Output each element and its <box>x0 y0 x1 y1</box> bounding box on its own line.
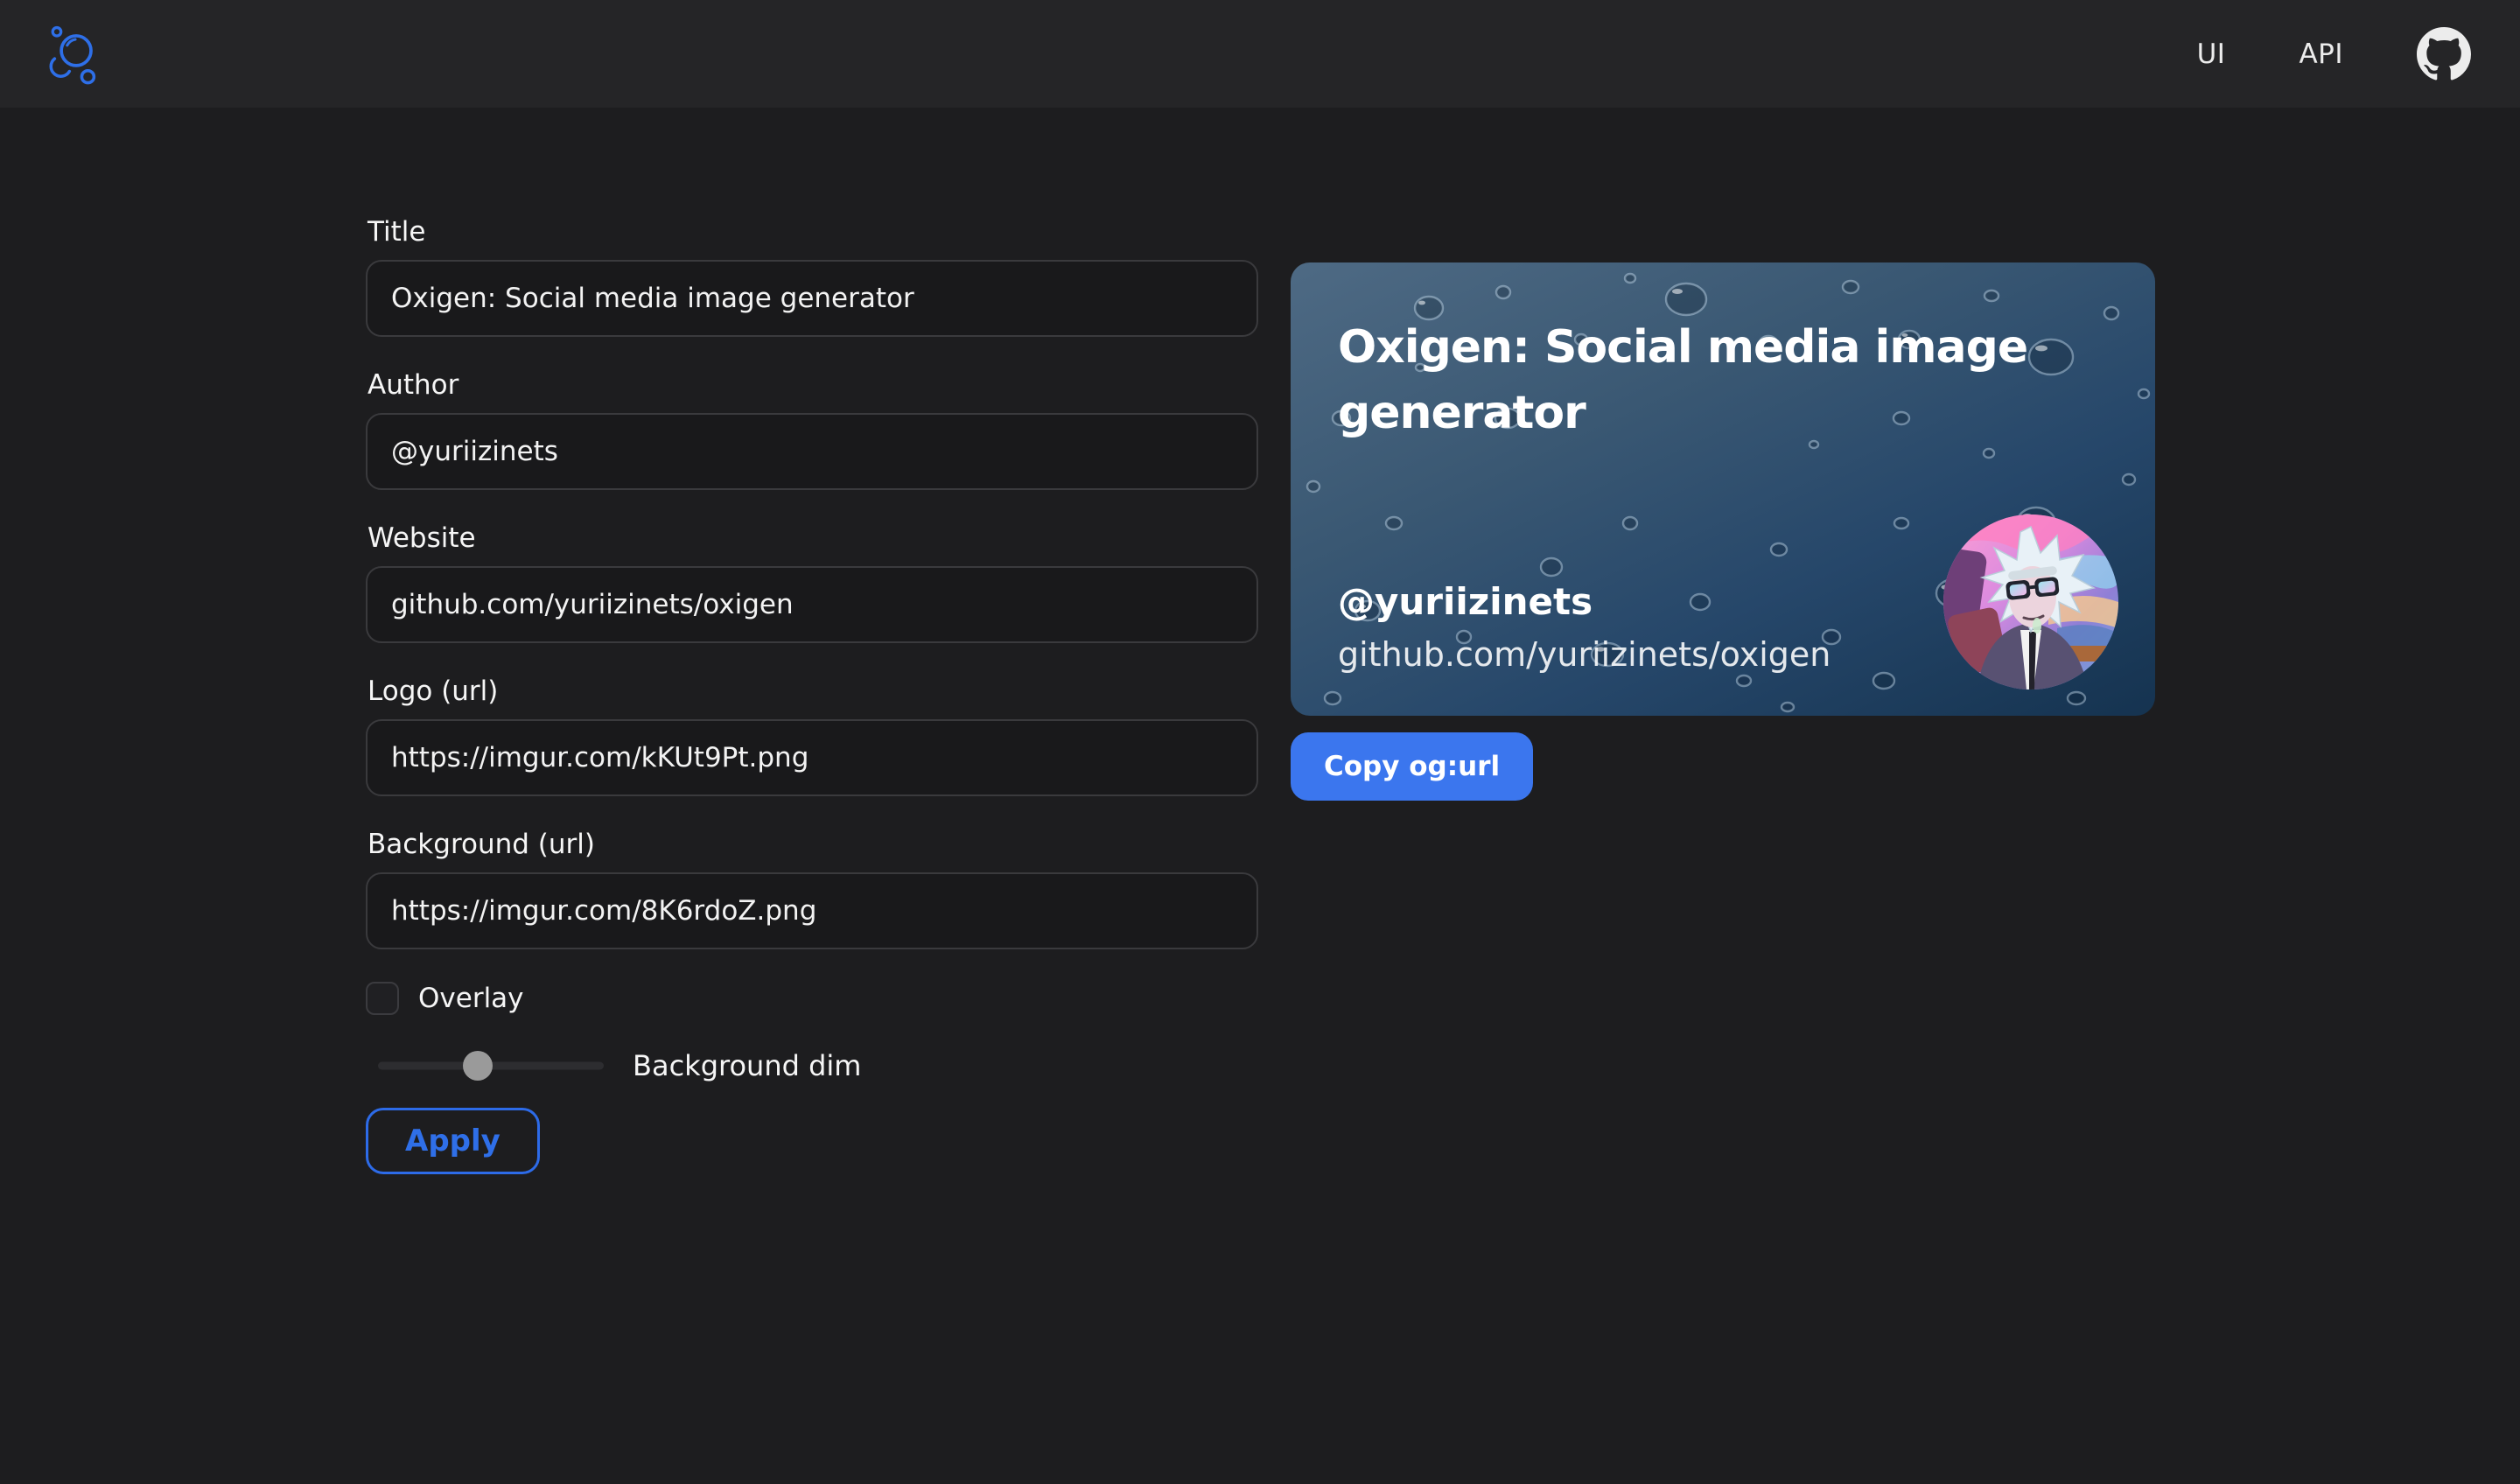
nav-link-ui[interactable]: UI <box>2197 38 2226 70</box>
overlay-checkbox[interactable] <box>366 982 399 1015</box>
background-dim-label: Background dim <box>633 1049 861 1082</box>
field-title: Title <box>366 216 1258 337</box>
author-label: Author <box>368 369 1258 402</box>
overlay-label: Overlay <box>418 983 524 1014</box>
field-website: Website <box>366 522 1258 643</box>
title-label: Title <box>368 216 1258 248</box>
website-label: Website <box>368 522 1258 555</box>
app-logo[interactable] <box>49 22 100 87</box>
main-content: Title Author Website Logo (url) Backgrou… <box>0 108 2520 1484</box>
logo-url-input[interactable] <box>366 719 1258 796</box>
overlay-row: Overlay <box>366 982 1258 1015</box>
github-link[interactable] <box>2417 27 2471 81</box>
logo-url-label: Logo (url) <box>368 676 1258 708</box>
background-dim-slider[interactable] <box>378 1050 604 1082</box>
preview-section: Oxigen: Social media image generator @yu… <box>1291 262 2155 801</box>
field-author: Author <box>366 369 1258 490</box>
field-background-url: Background (url) <box>366 829 1258 949</box>
generator-form: Title Author Website Logo (url) Backgrou… <box>366 216 1258 1174</box>
background-dim-slider-thumb[interactable] <box>463 1051 493 1081</box>
copy-og-url-button[interactable]: Copy og:url <box>1291 732 1533 801</box>
background-dim-row: Background dim <box>366 1050 1258 1082</box>
apply-button[interactable]: Apply <box>366 1108 540 1174</box>
field-logo-url: Logo (url) <box>366 676 1258 796</box>
preview-title: Oxigen: Social media image generator <box>1338 315 2108 447</box>
github-icon <box>2417 27 2471 81</box>
background-url-input[interactable] <box>366 872 1258 949</box>
header: UI API <box>0 0 2520 108</box>
header-nav: UI API <box>2197 27 2471 81</box>
avatar-image <box>1943 514 2118 690</box>
og-image-preview: Oxigen: Social media image generator @yu… <box>1291 262 2155 716</box>
author-input[interactable] <box>366 413 1258 490</box>
title-input[interactable] <box>366 260 1258 337</box>
nav-link-api[interactable]: API <box>2299 38 2343 70</box>
website-input[interactable] <box>366 566 1258 643</box>
background-url-label: Background (url) <box>368 829 1258 861</box>
avatar <box>1943 514 2118 690</box>
bubbles-icon <box>49 22 100 87</box>
